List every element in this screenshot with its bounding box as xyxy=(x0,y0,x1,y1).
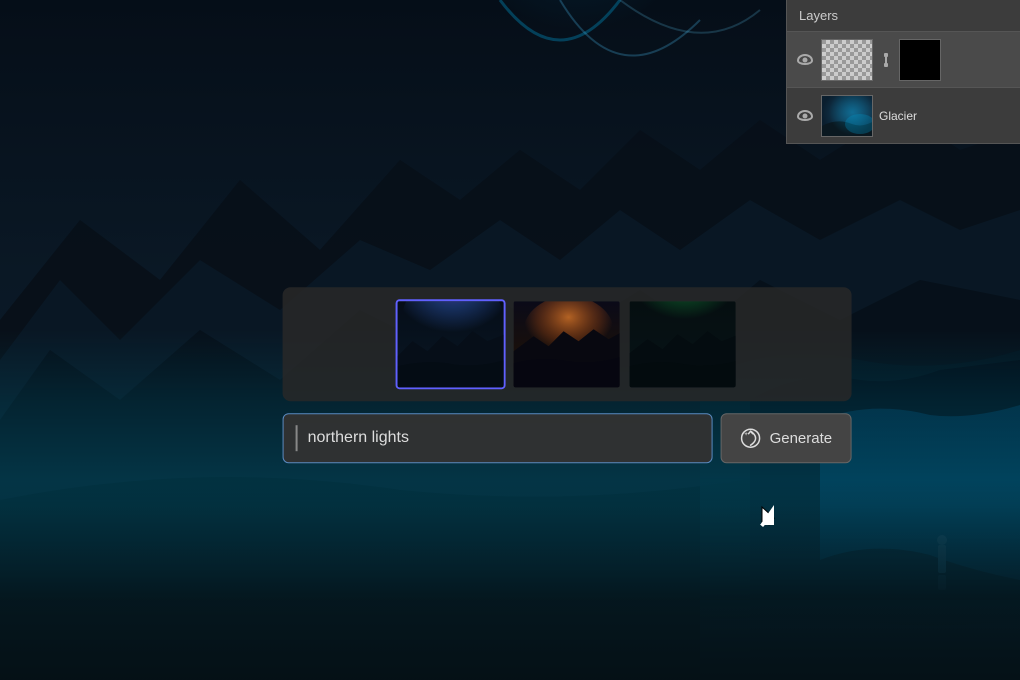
layers-panel: Layers xyxy=(786,0,1020,144)
prompt-divider xyxy=(296,425,298,451)
variations-row xyxy=(283,287,852,401)
layer-mask-thumbnail xyxy=(899,39,941,81)
layer-visibility-toggle[interactable] xyxy=(795,50,815,70)
sparkle-refresh-icon xyxy=(740,427,762,449)
input-row: northern lights Generate xyxy=(283,413,852,463)
link-icon xyxy=(879,53,893,67)
variation-thumb-3[interactable] xyxy=(628,299,738,389)
generate-button[interactable]: Generate xyxy=(721,413,852,463)
layers-header: Layers xyxy=(787,0,1020,32)
generate-label: Generate xyxy=(770,430,833,447)
layer-row[interactable] xyxy=(787,32,1020,88)
layers-title: Layers xyxy=(799,8,838,23)
generate-container: northern lights Generate xyxy=(283,287,852,463)
layer-thumbnail xyxy=(821,39,873,81)
layer-row[interactable]: Glacier xyxy=(787,88,1020,144)
terrain-overlay xyxy=(0,480,1020,680)
prompt-wrapper: northern lights xyxy=(283,413,713,463)
layer-visibility-toggle[interactable] xyxy=(795,106,815,126)
prompt-input[interactable]: northern lights xyxy=(308,429,700,447)
variation-thumb-2[interactable] xyxy=(512,299,622,389)
variation-thumb-1[interactable] xyxy=(396,299,506,389)
layer-thumbnail xyxy=(821,95,873,137)
layer-name: Glacier xyxy=(879,109,1012,123)
eye-icon xyxy=(797,54,813,65)
eye-icon xyxy=(797,110,813,121)
